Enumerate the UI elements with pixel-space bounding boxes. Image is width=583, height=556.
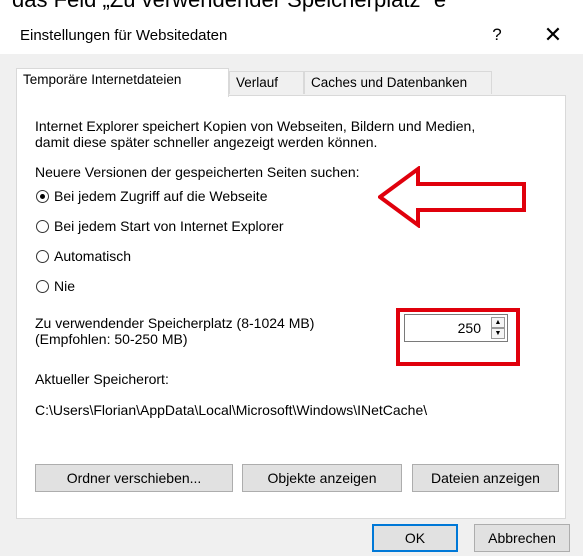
dialog-title: Einstellungen für Websitedaten — [20, 27, 228, 44]
cancel-button[interactable]: Abbrechen — [474, 524, 570, 552]
move-folder-button[interactable]: Ordner verschieben... — [35, 464, 233, 492]
radio-circle — [36, 250, 49, 263]
radio-label: Bei jedem Start von Internet Explorer — [54, 218, 284, 234]
view-objects-button[interactable]: Objekte anzeigen — [242, 464, 402, 492]
tab-panel — [16, 95, 566, 519]
title-bar: Einstellungen für Websitedaten ? ✕ — [0, 18, 583, 54]
help-button[interactable]: ? — [484, 22, 510, 48]
red-arrow-outline — [378, 166, 526, 228]
tab-history[interactable]: Verlauf — [229, 71, 304, 94]
spin-up-icon[interactable]: ▲ — [491, 317, 505, 328]
tab-caches-and-databases[interactable]: Caches und Datenbanken — [304, 71, 492, 94]
disk-space-stepper[interactable]: 250 ▲ ▼ — [404, 314, 508, 342]
description-line-1: Internet Explorer speichert Kopien von W… — [35, 118, 476, 134]
radio-circle-selected — [36, 190, 49, 203]
red-arrow-annotation — [378, 166, 526, 228]
location-path: C:\Users\Florian\AppData\Local\Microsoft… — [35, 402, 428, 418]
radio-circle — [36, 220, 49, 233]
ok-button[interactable]: OK — [372, 524, 458, 552]
background-text: das Feld „Zu verwendender Speicherplatz“… — [12, 0, 446, 13]
radio-circle — [36, 280, 49, 293]
location-label: Aktueller Speicherort: — [35, 371, 169, 387]
radio-label: Automatisch — [54, 248, 132, 264]
spin-down-icon[interactable]: ▼ — [491, 328, 505, 339]
radio-label: Bei jedem Zugriff auf die Webseite — [54, 188, 268, 204]
disk-space-value: 250 — [457, 320, 481, 336]
radio-label: Nie — [54, 278, 76, 294]
description-line-2: damit diese später schneller angezeigt w… — [35, 134, 378, 150]
view-files-button[interactable]: Dateien anzeigen — [412, 464, 559, 492]
settings-dialog: Einstellungen für Websitedaten ? ✕ Tempo… — [0, 18, 583, 556]
close-button[interactable]: ✕ — [540, 22, 566, 48]
disk-space-label-1: Zu verwendender Speicherplatz (8-1024 MB… — [35, 315, 315, 331]
check-versions-label: Neuere Versionen der gespeicherten Seite… — [35, 164, 360, 180]
disk-space-label-2: (Empfohlen: 50-250 MB) — [35, 331, 188, 347]
radio-dot — [40, 194, 45, 199]
tab-temporary-internet-files[interactable]: Temporäre Internetdateien — [16, 68, 229, 97]
